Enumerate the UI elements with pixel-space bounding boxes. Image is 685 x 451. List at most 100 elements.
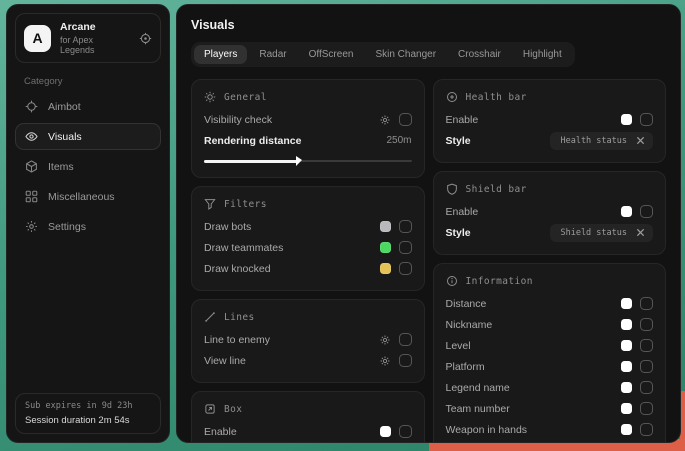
row-label: Distance <box>446 298 487 310</box>
row-label: Draw bots <box>204 221 251 233</box>
line-to-enemy-checkbox[interactable] <box>399 333 412 346</box>
gear-icon[interactable] <box>379 114 391 126</box>
page-title: Visuals <box>191 18 666 32</box>
general-section: General Visibility check Rendering dista… <box>191 79 425 178</box>
app-logo: A <box>24 25 51 52</box>
information-section: Information Distance Nickname <box>433 263 667 443</box>
level-row: Level <box>446 335 654 356</box>
rendering-distance-row: Rendering distance 250m <box>204 130 412 151</box>
team-number-checkbox[interactable] <box>640 402 653 415</box>
box-enable-background-row: Enable background <box>204 442 412 443</box>
view-line-checkbox[interactable] <box>399 354 412 367</box>
health-style-select[interactable]: Health status <box>550 132 653 150</box>
app-header-card: A Arcane for Apex Legends <box>15 13 161 63</box>
color-swatch[interactable] <box>621 114 632 125</box>
color-swatch[interactable] <box>621 403 632 414</box>
shield-enable-checkbox[interactable] <box>640 205 653 218</box>
gear-icon <box>25 220 38 233</box>
box-section-header: Box <box>204 403 412 415</box>
legend-name-checkbox[interactable] <box>640 381 653 394</box>
tab-offscreen[interactable]: OffScreen <box>299 45 364 64</box>
row-label: Weapon in hands <box>446 424 528 436</box>
sidebar-item-label: Visuals <box>48 131 82 143</box>
filters-section: Filters Draw bots Draw teammates <box>191 186 425 291</box>
section-title: Lines <box>224 312 255 323</box>
sidebar-item-miscellaneous[interactable]: Miscellaneous <box>15 183 161 210</box>
gear-icon[interactable] <box>379 334 391 346</box>
nickname-checkbox[interactable] <box>640 318 653 331</box>
tab-crosshair[interactable]: Crosshair <box>448 45 511 64</box>
color-swatch[interactable] <box>621 206 632 217</box>
sidebar-item-aimbot[interactable]: Aimbot <box>15 93 161 120</box>
selected-option: Shield status <box>560 228 627 238</box>
color-swatch[interactable] <box>621 319 632 330</box>
health-enable-row: Enable <box>446 109 654 130</box>
tab-players[interactable]: Players <box>194 45 247 64</box>
draw-bots-checkbox[interactable] <box>399 220 412 233</box>
section-title: Box <box>224 404 242 415</box>
sidebar-item-label: Miscellaneous <box>48 191 115 203</box>
color-swatch[interactable] <box>380 221 391 232</box>
slider-thumb[interactable] <box>296 156 302 166</box>
color-swatch[interactable] <box>621 361 632 372</box>
row-label: Enable <box>446 114 479 126</box>
eye-icon <box>25 130 38 143</box>
gear-icon[interactable] <box>379 355 391 367</box>
target-icon[interactable] <box>139 32 152 45</box>
platform-checkbox[interactable] <box>640 360 653 373</box>
row-label: Style <box>446 227 471 239</box>
box-icon <box>204 403 216 415</box>
box-enable-checkbox[interactable] <box>399 425 412 438</box>
visibility-check-row: Visibility check <box>204 109 412 130</box>
shield-style-row: Style Shield status <box>446 222 654 243</box>
sidebar-item-items[interactable]: Items <box>15 153 161 180</box>
right-column: Health bar Enable Style Health status <box>433 79 667 443</box>
weapon-in-hands-checkbox[interactable] <box>640 423 653 436</box>
health-enable-checkbox[interactable] <box>640 113 653 126</box>
box-enable-row: Enable <box>204 421 412 442</box>
sidebar-item-label: Settings <box>48 221 86 233</box>
sidebar-item-visuals[interactable]: Visuals <box>15 123 161 150</box>
row-label: View line <box>204 355 246 367</box>
shield-style-select[interactable]: Shield status <box>550 224 653 242</box>
color-swatch[interactable] <box>621 298 632 309</box>
filters-section-header: Filters <box>204 198 412 210</box>
selected-option: Health status <box>560 136 627 146</box>
section-title: General <box>224 92 267 103</box>
tab-skin-changer[interactable]: Skin Changer <box>365 45 446 64</box>
close-icon[interactable] <box>636 228 645 237</box>
sidebar: A Arcane for Apex Legends Category Aimbo… <box>6 4 170 443</box>
row-label: Team number <box>446 403 510 415</box>
draw-teammates-row: Draw teammates <box>204 237 412 258</box>
color-swatch[interactable] <box>380 242 391 253</box>
settings-content: General Visibility check Rendering dista… <box>191 79 666 443</box>
color-swatch[interactable] <box>621 424 632 435</box>
shield-enable-row: Enable <box>446 201 654 222</box>
session-duration-text: Session duration 2m 54s <box>25 415 151 426</box>
draw-teammates-checkbox[interactable] <box>399 241 412 254</box>
section-title: Shield bar <box>466 184 527 195</box>
close-icon[interactable] <box>636 136 645 145</box>
weapon-in-hands-row: Weapon in hands <box>446 419 654 440</box>
level-checkbox[interactable] <box>640 339 653 352</box>
tab-highlight[interactable]: Highlight <box>513 45 572 64</box>
line-to-enemy-row: Line to enemy <box>204 329 412 350</box>
color-swatch[interactable] <box>380 426 391 437</box>
tab-radar[interactable]: Radar <box>249 45 296 64</box>
row-label: Draw knocked <box>204 263 271 275</box>
sidebar-item-settings[interactable]: Settings <box>15 213 161 240</box>
sidebar-item-label: Items <box>48 161 74 173</box>
draw-knocked-checkbox[interactable] <box>399 262 412 275</box>
visibility-check-checkbox[interactable] <box>399 113 412 126</box>
row-label: Enable <box>446 206 479 218</box>
rendering-distance-slider[interactable] <box>204 156 412 166</box>
shield-bar-section: Shield bar Enable Style Shield status <box>433 171 667 255</box>
app-meta: Arcane for Apex Legends <box>60 21 130 55</box>
team-number-row: Team number <box>446 398 654 419</box>
distance-checkbox[interactable] <box>640 297 653 310</box>
main-panel: Visuals Players Radar OffScreen Skin Cha… <box>176 4 681 443</box>
color-swatch[interactable] <box>380 263 391 274</box>
color-swatch[interactable] <box>621 340 632 351</box>
color-swatch[interactable] <box>621 382 632 393</box>
nickname-row: Nickname <box>446 314 654 335</box>
